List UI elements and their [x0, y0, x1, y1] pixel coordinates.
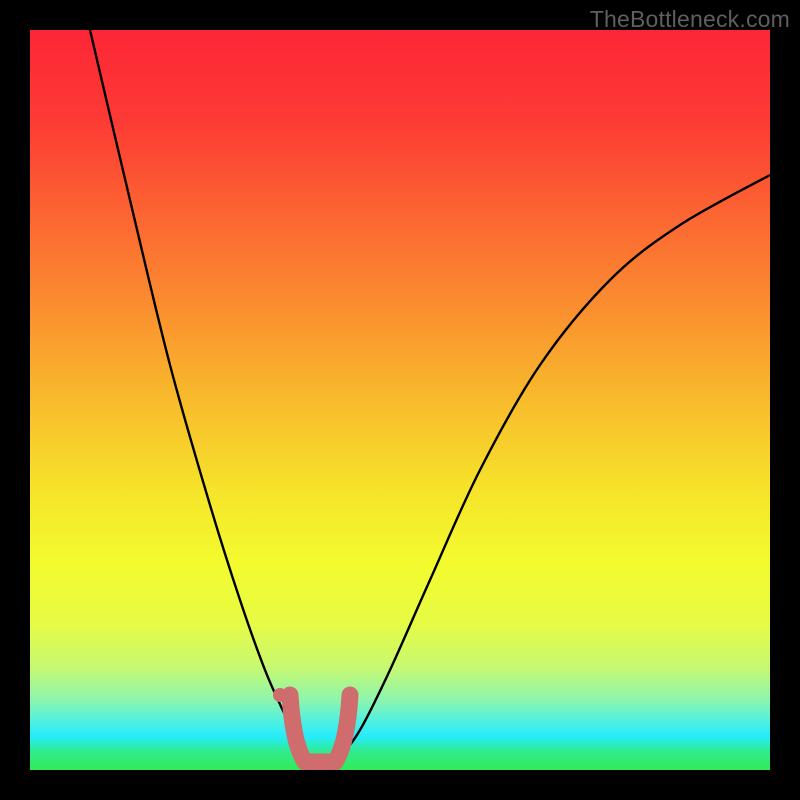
bottleneck-curve	[90, 30, 770, 760]
curve-layer	[30, 30, 770, 770]
trough-dot	[273, 688, 287, 702]
trough-highlight	[290, 695, 350, 762]
plot-area	[30, 30, 770, 770]
watermark-text: TheBottleneck.com	[590, 6, 790, 33]
